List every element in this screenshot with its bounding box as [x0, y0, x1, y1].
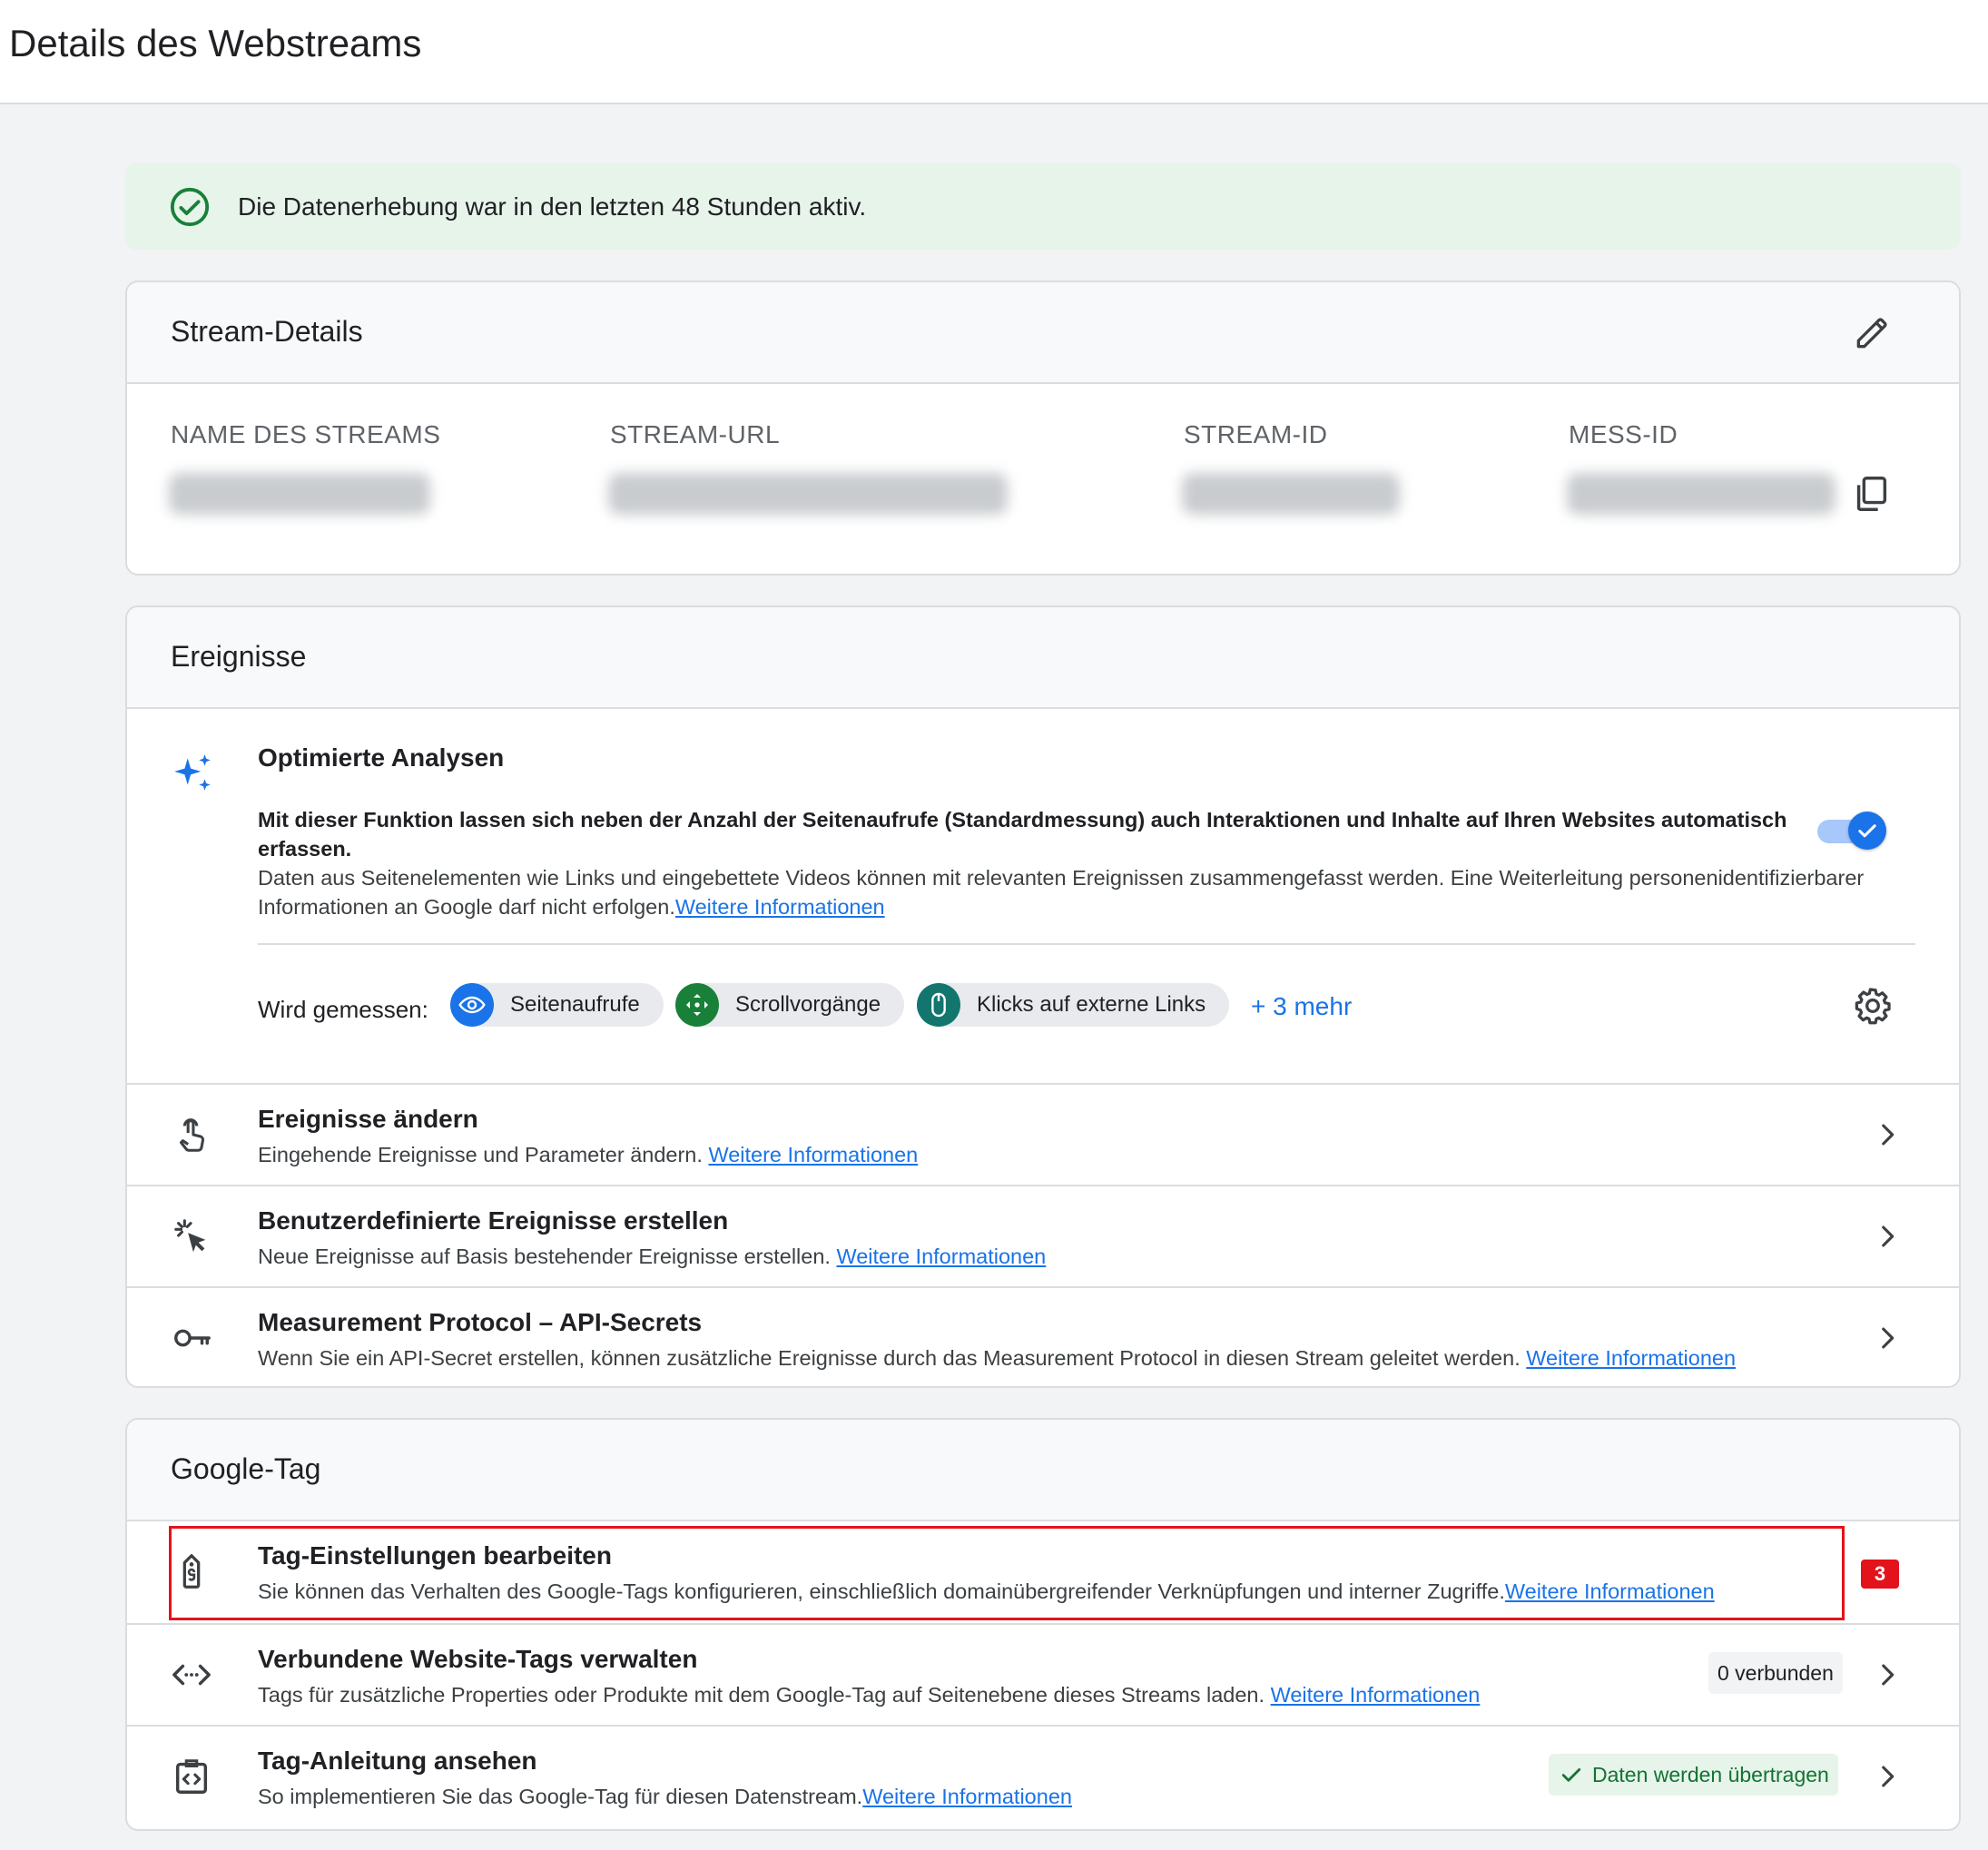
sparkle-icon	[174, 754, 211, 791]
events-header: Ereignisse	[127, 607, 1959, 709]
chevron-right-icon	[1882, 1327, 1895, 1349]
stream-id-value-redacted	[1182, 473, 1400, 515]
row-modify-events[interactable]: Ereignisse ändern Eingehende Ereignisse …	[127, 1083, 1959, 1185]
stream-name-value-redacted	[169, 473, 430, 515]
mouse-icon	[917, 983, 960, 1027]
chevron-right-icon	[1882, 1766, 1895, 1787]
stream-name-label: NAME DES STREAMS	[171, 420, 441, 448]
events-title: Ereignisse	[171, 640, 307, 673]
check-icon	[1561, 1768, 1581, 1782]
row-connected-site-tags[interactable]: Verbundene Website-Tags verwalten Tags f…	[127, 1623, 1959, 1725]
row-title: Tag-Anleitung ansehen	[258, 1747, 537, 1775]
row-title: Benutzerdefinierte Ereignisse erstellen	[258, 1206, 729, 1235]
annotation-highlight-box	[169, 1526, 1845, 1620]
eye-icon	[450, 983, 494, 1027]
row-description: Tags für zusätzliche Properties oder Pro…	[258, 1683, 1481, 1707]
page-title: Details des Webstreams	[9, 22, 422, 64]
stream-url-value-redacted	[608, 473, 1008, 515]
chip-scrolls[interactable]: Scrollvorgänge	[675, 983, 905, 1027]
enhanced-measurement-title: Optimierte Analysen	[258, 743, 505, 772]
chip-page-views[interactable]: Seitenaufrufe	[450, 983, 664, 1027]
google-tag-header: Google-Tag	[127, 1420, 1959, 1521]
learn-more-link[interactable]: Weitere Informationen	[675, 895, 885, 919]
row-create-custom-events[interactable]: Benutzerdefinierte Ereignisse erstellen …	[127, 1185, 1959, 1286]
check-circle-icon	[170, 187, 210, 226]
clipboard-code-icon	[175, 1759, 208, 1794]
measurement-id-label: MESS-ID	[1569, 420, 1678, 448]
check-icon	[1858, 824, 1876, 838]
learn-more-link[interactable]: Weitere Informationen	[1271, 1683, 1481, 1707]
top-bar: Details des Webstreams	[0, 0, 1988, 104]
stream-id-label: STREAM-ID	[1184, 420, 1328, 448]
stream-details-header: Stream-Details	[127, 282, 1959, 384]
learn-more-link[interactable]: Weitere Informationen	[862, 1785, 1072, 1808]
stream-details-card: Stream-Details NAME DES STREAMS STREAM-U…	[125, 280, 1961, 576]
banner-text: Die Datenerhebung war in den letzten 48 …	[238, 192, 867, 221]
measured-label: Wird gemessen:	[258, 996, 428, 1023]
learn-more-link[interactable]: Weitere Informationen	[708, 1143, 918, 1166]
data-flowing-badge: Daten werden übertragen	[1549, 1754, 1838, 1796]
pencil-icon[interactable]	[1852, 313, 1892, 353]
learn-more-link[interactable]: Weitere Informationen	[1526, 1346, 1736, 1370]
gear-icon[interactable]	[1852, 985, 1894, 1027]
chevron-right-icon	[1882, 1664, 1895, 1686]
row-title: Measurement Protocol – API-Secrets	[258, 1308, 703, 1336]
row-title: Ereignisse ändern	[258, 1105, 478, 1133]
google-tag-title: Google-Tag	[171, 1452, 321, 1485]
events-card: Ereignisse Optimierte Analysen Mit diese…	[125, 605, 1961, 1388]
enhanced-measurement-description-bold: Mit dieser Funktion lassen sich neben de…	[258, 808, 1787, 861]
row-description: Neue Ereignisse auf Basis bestehender Er…	[258, 1245, 1047, 1268]
click-sparkle-icon	[174, 1219, 206, 1253]
chip-outbound-clicks[interactable]: Klicks auf externe Links	[917, 983, 1230, 1027]
more-events-link[interactable]: + 3 mehr	[1251, 992, 1352, 1021]
scroll-icon	[675, 983, 719, 1027]
divider	[258, 943, 1915, 945]
row-measurement-protocol[interactable]: Measurement Protocol – API-Secrets Wenn …	[127, 1286, 1959, 1386]
chevron-right-icon	[1882, 1124, 1895, 1146]
measurement-id-value-redacted	[1567, 473, 1835, 515]
status-banner: Die Datenerhebung war in den letzten 48 …	[125, 163, 1961, 250]
row-tag-instructions[interactable]: Tag-Anleitung ansehen So implementieren …	[127, 1725, 1959, 1826]
connected-count-badge: 0 verbunden	[1708, 1652, 1843, 1694]
code-arrows-icon	[172, 1664, 211, 1686]
copy-icon[interactable]	[1850, 473, 1892, 515]
enhanced-measurement-toggle[interactable]	[1816, 809, 1890, 852]
chevron-right-icon	[1882, 1225, 1895, 1247]
row-description: Wenn Sie ein API-Secret erstellen, könne…	[258, 1346, 1737, 1370]
row-description: So implementieren Sie das Google-Tag für…	[258, 1785, 1072, 1808]
key-icon	[174, 1329, 211, 1347]
annotation-number-badge: 3	[1861, 1560, 1899, 1589]
learn-more-link[interactable]: Weitere Informationen	[836, 1245, 1046, 1268]
enhanced-measurement-description: Daten aus Seitenelementen wie Links und …	[258, 866, 1865, 919]
stream-details-title: Stream-Details	[171, 315, 363, 348]
touch-icon	[179, 1118, 204, 1152]
row-title: Verbundene Website-Tags verwalten	[258, 1645, 698, 1673]
stream-url-label: STREAM-URL	[610, 420, 781, 448]
row-description: Eingehende Ereignisse und Parameter ände…	[258, 1143, 919, 1166]
google-tag-card: Google-Tag Tag-Einstellungen bearbeiten …	[125, 1418, 1961, 1831]
